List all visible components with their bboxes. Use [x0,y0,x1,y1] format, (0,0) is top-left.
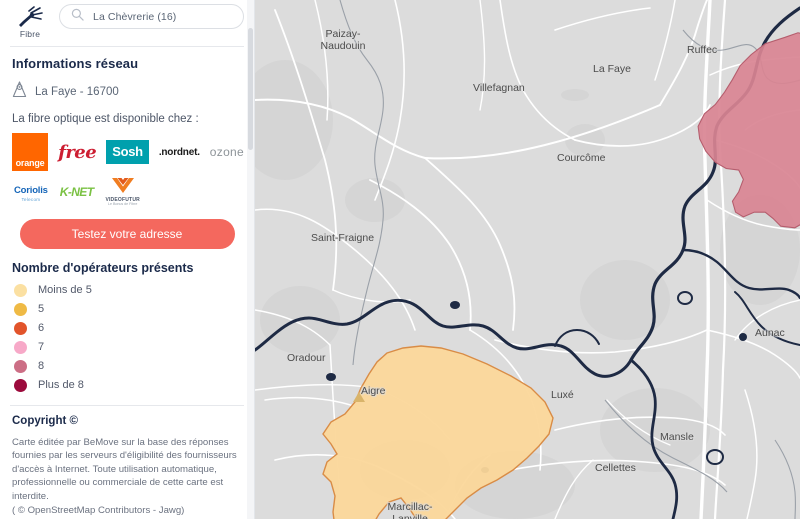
copyright-title: Copyright © [12,414,78,427]
legend-list: Moins de 5 5 6 7 8 Plus de 8 [10,281,244,395]
network-info-title: Informations réseau [12,56,139,71]
operator-logo-row-2: Coriolis Telecom K-NET VIDEOFUTUR Le Bon… [14,177,244,207]
legend-swatch [14,321,27,335]
legend-swatch [14,340,27,354]
legend-label: 8 [38,360,45,373]
divider [10,404,244,406]
search-icon [71,8,84,26]
availability-line: La fibre optique est disponible chez : [12,113,199,125]
commune-name: La Faye - 16700 [35,86,119,98]
operator-logos: orange free Sosh .nordnet. ozone Corioli… [12,133,244,207]
legend-label: 6 [38,322,45,335]
operator-logo-videofutur[interactable]: VIDEOFUTUR Le Bonus de Fibre [105,177,140,207]
legend-swatch [14,302,27,316]
operator-logo-ozone[interactable]: ozone [210,145,244,159]
operator-logo-knet[interactable]: K-NET [60,185,94,199]
copyright-attribution: ( © OpenStreetMap Contributors - Jawg) [12,504,185,516]
legend-item[interactable]: Plus de 8 [14,376,244,395]
legend-label: 7 [38,341,45,354]
fiber-coverage-map-app: Fibre La Chèvrerie (16) Informations rés… [0,0,800,519]
sidebar-topbar: Fibre La Chèvrerie (16) [10,0,244,45]
legend-title: Nombre d'opérateurs présents [12,260,194,275]
test-address-button[interactable]: Testez votre adresse [19,218,235,249]
brand-label: Fibre [19,29,41,39]
operator-logo-row-1: orange free Sosh .nordnet. ozone [12,133,244,171]
legend-item[interactable]: 5 [14,300,244,319]
copyright-body: Carte éditée par BeMove sur la base des … [12,436,237,502]
sidebar-scrollbar-track[interactable] [247,0,254,519]
map-vector-layer [255,0,800,519]
operator-logo-coriolis[interactable]: Coriolis Telecom [14,181,48,203]
legend-item[interactable]: 8 [14,357,244,376]
legend-swatch [14,378,27,392]
sidebar-scrollbar-thumb[interactable] [248,28,253,150]
legend-label: 5 [38,303,45,316]
map-canvas[interactable]: Paizay- Naudouin Villefagnan Ruffec La Fa… [255,0,800,519]
commune-row: La Faye - 16700 [12,81,244,103]
fiber-optic-icon [10,6,50,28]
operator-logo-free[interactable]: free [58,142,97,163]
legend-swatch [14,359,27,373]
legend-item[interactable]: 7 [14,338,244,357]
operator-logo-orange[interactable]: orange [12,133,49,171]
legend-label: Plus de 8 [38,379,84,392]
legend-item[interactable]: 6 [14,319,244,338]
brand-logo[interactable]: Fibre [10,4,50,39]
legend-swatch [14,283,27,297]
operator-logo-sosh[interactable]: Sosh [106,140,149,164]
map-pin-icon [12,81,27,103]
legend-label: Moins de 5 [38,284,92,297]
videofutur-v-icon [105,177,140,198]
search-value: La Chèvrerie (16) [93,10,177,23]
search-input[interactable]: La Chèvrerie (16) [59,4,244,29]
operator-logo-nordnet[interactable]: .nordnet. [159,147,200,158]
divider [10,46,244,47]
legend-item[interactable]: Moins de 5 [14,281,244,300]
sidebar: Fibre La Chèvrerie (16) Informations rés… [0,0,255,519]
